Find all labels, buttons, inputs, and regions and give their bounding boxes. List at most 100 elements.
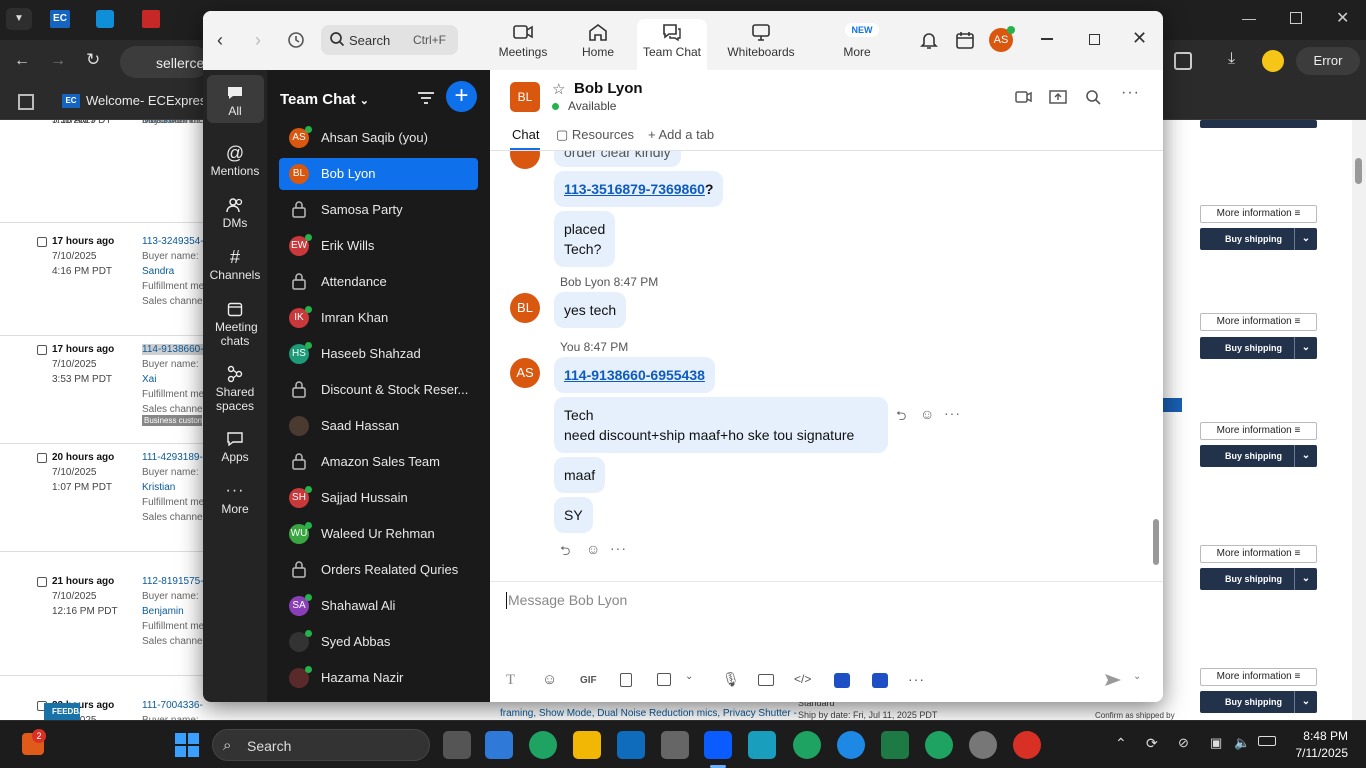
file-icon[interactable] [620, 673, 632, 687]
browser-maximize-icon[interactable] [1290, 12, 1302, 24]
order-id-link[interactable]: 111-4293189- [142, 452, 203, 463]
clock-time[interactable]: 8:48 PM [1298, 729, 1348, 743]
contact-avatar[interactable]: BL [510, 82, 540, 112]
star-icon[interactable]: ☆ [552, 80, 565, 98]
order-id-link[interactable]: 111-7004336- [142, 700, 203, 711]
tab-chat[interactable]: Chat [512, 127, 539, 142]
zoom-taskbar-icon[interactable] [704, 731, 732, 759]
reload-icon[interactable]: ↻ [86, 50, 100, 70]
order-checkbox[interactable] [37, 237, 47, 247]
chevron-down-icon[interactable]: ⌄ [1294, 337, 1317, 359]
chevron-down-icon[interactable]: ⌄ [685, 671, 693, 682]
product-title-snippet[interactable]: framing, Show Mode, Dual Noise Reduction… [500, 708, 797, 719]
send-icon[interactable] [1104, 672, 1122, 688]
excel-icon[interactable] [881, 731, 909, 759]
page-scrollbar-thumb[interactable] [1355, 158, 1362, 184]
message-bubble[interactable]: 113-3516879-7369860? [554, 171, 724, 207]
format-text-icon[interactable]: T [506, 672, 515, 689]
new-chat-button[interactable]: + [446, 81, 477, 112]
order-checkbox[interactable] [37, 345, 47, 355]
outlook-icon[interactable] [617, 731, 645, 759]
message-bubble[interactable]: SY [554, 497, 593, 533]
history-icon[interactable] [287, 31, 305, 49]
tab-add[interactable]: + Add a tab [648, 127, 714, 142]
more-options-icon[interactable]: ··· [1121, 84, 1140, 102]
zoom-search-box[interactable]: Search Ctrl+F [321, 25, 458, 55]
clock-date[interactable]: 7/11/2025 [1288, 746, 1349, 760]
chrome-profile-icon[interactable] [837, 731, 865, 759]
order-id-link[interactable]: 112-8191575- [142, 576, 204, 587]
chat-list-item[interactable]: BL Bob Lyon [279, 158, 478, 190]
browser-error-button[interactable]: Error [1296, 47, 1360, 75]
chat-list-item[interactable]: Discount & Stock Reser... [279, 374, 478, 406]
extensions-icon[interactable] [1174, 52, 1192, 70]
buy-shipping-button[interactable]: Buy shipping⌄ [1200, 228, 1317, 250]
download-icon[interactable]: ⤓ [1228, 50, 1235, 68]
app-icon[interactable] [834, 673, 850, 688]
nav-whiteboards[interactable]: Whiteboards [721, 19, 801, 70]
forward-icon[interactable]: → [50, 52, 66, 70]
rail-more[interactable]: ··· More [203, 480, 267, 516]
screenshot-icon[interactable] [657, 673, 671, 686]
chat-list-item[interactable]: Saad Hassan [279, 410, 478, 442]
chrome-profile-icon[interactable] [1013, 731, 1041, 759]
calculator-icon[interactable] [661, 731, 689, 759]
order-id-link[interactable]: 113-3249354- [142, 236, 204, 247]
chat-list-item[interactable]: AS Ahsan Saqib (you) [279, 122, 478, 154]
calendar-icon[interactable] [955, 31, 975, 49]
message-bubble[interactable]: order clear kindly [554, 151, 681, 167]
filter-icon[interactable] [417, 90, 435, 106]
file-explorer-icon[interactable] [573, 731, 601, 759]
buy-shipping-button[interactable]: Buy shipping⌄ [1200, 568, 1317, 590]
network-icon[interactable]: ⊘ [1178, 735, 1189, 751]
more-information-button[interactable]: More information ≡ [1200, 422, 1317, 440]
emoji-reaction-icon[interactable]: ☺ [586, 541, 600, 557]
code-snippet-icon[interactable]: </> [794, 672, 811, 686]
chat-list-item[interactable]: Samosa Party [279, 194, 478, 226]
buy-shipping-button[interactable]: Buy shipping⌄ [1200, 337, 1317, 359]
bookmark-label[interactable]: Welcome- ECExpres [86, 93, 206, 108]
search-icon[interactable] [1085, 89, 1101, 105]
message-bubble[interactable]: maaf [554, 457, 606, 493]
browser-minimize-icon[interactable]: — [1242, 10, 1258, 26]
task-view-icon[interactable] [443, 731, 471, 759]
minimize-icon[interactable] [1041, 38, 1053, 40]
order-link[interactable]: 114-9138660-6955438 [564, 367, 705, 383]
video-message-icon[interactable] [758, 674, 774, 686]
chat-list-item[interactable]: Amazon Sales Team [279, 446, 478, 478]
rail-meeting-chats[interactable]: Meeting chats [203, 298, 267, 348]
store-icon[interactable] [485, 731, 513, 759]
address-bar[interactable]: sellerce [120, 46, 210, 78]
rail-dms[interactable]: DMs [203, 194, 267, 230]
emoji-icon[interactable]: ☺ [542, 671, 557, 688]
emoji-reaction-icon[interactable]: ☺ [920, 406, 934, 422]
rail-mentions[interactable]: @ Mentions [203, 142, 267, 179]
settings-icon[interactable] [969, 731, 997, 759]
buy-shipping-button[interactable]: Buy shipping⌄ [1200, 445, 1317, 467]
order-checkbox[interactable] [37, 577, 47, 587]
message-more-icon[interactable]: ··· [610, 540, 627, 556]
volume-icon[interactable]: 🔈 [1234, 735, 1250, 751]
reply-icon[interactable]: ⮌ [560, 542, 570, 564]
buy-shipping-button[interactable]: Buy shipping⌄ [1200, 120, 1317, 128]
maximize-icon[interactable] [1089, 34, 1100, 45]
chat-list-item[interactable]: Attendance [279, 266, 478, 298]
buyer-name-link[interactable]: Xai [142, 374, 156, 385]
chevron-down-icon[interactable]: ⌄ [1294, 691, 1317, 713]
composer-more-icon[interactable]: ··· [908, 671, 925, 687]
more-information-button[interactable]: More information ≡ [1200, 313, 1317, 331]
browser-close-icon[interactable]: ✕ [1336, 8, 1349, 28]
apps-grid-icon[interactable] [18, 94, 34, 110]
back-nav-icon[interactable]: ‹ [217, 30, 223, 51]
bell-icon[interactable] [919, 30, 939, 50]
order-checkbox[interactable] [37, 453, 47, 463]
chevron-down-icon[interactable]: ⌄ [1294, 568, 1317, 590]
profile-avatar[interactable] [1262, 50, 1284, 72]
message-composer[interactable]: Message Bob Lyon [504, 590, 1144, 650]
more-information-button[interactable]: More information ≡ [1200, 545, 1317, 563]
video-call-icon[interactable] [1015, 90, 1033, 104]
chat-list-item[interactable]: Orders Realated Quries [279, 554, 478, 586]
message-scrollbar-thumb[interactable] [1153, 519, 1159, 565]
taskbar-search[interactable]: ⌕ Search [212, 729, 430, 761]
message-more-icon[interactable]: ··· [944, 405, 961, 421]
